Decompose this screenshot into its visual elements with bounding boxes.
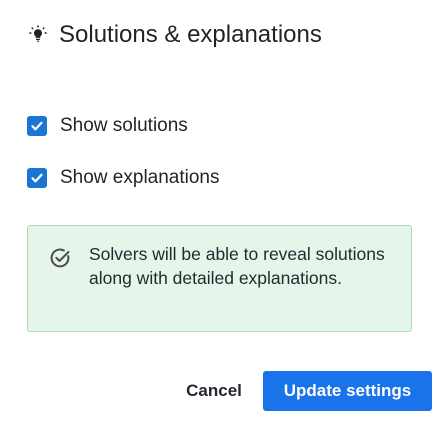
show-solutions-option[interactable]: Show solutions xyxy=(27,113,188,139)
show-explanations-option[interactable]: Show explanations xyxy=(27,165,220,191)
show-solutions-label: Show solutions xyxy=(60,115,188,136)
cancel-button[interactable]: Cancel xyxy=(172,375,256,407)
show-explanations-label: Show explanations xyxy=(60,167,220,188)
dialog-title: Solutions & explanations xyxy=(26,18,322,52)
show-solutions-checkbox[interactable] xyxy=(27,116,47,136)
page-title: Solutions & explanations xyxy=(59,21,322,48)
show-explanations-checkbox[interactable] xyxy=(27,168,47,188)
checkmark-icon xyxy=(31,173,43,183)
check-circle-icon xyxy=(48,246,72,270)
lightbulb-icon xyxy=(26,23,50,47)
info-message: Solvers will be able to reveal solutions… xyxy=(27,225,412,332)
update-settings-button[interactable]: Update settings xyxy=(263,371,432,411)
checkmark-icon xyxy=(31,121,43,131)
info-message-text: Solvers will be able to reveal solutions… xyxy=(89,244,385,288)
